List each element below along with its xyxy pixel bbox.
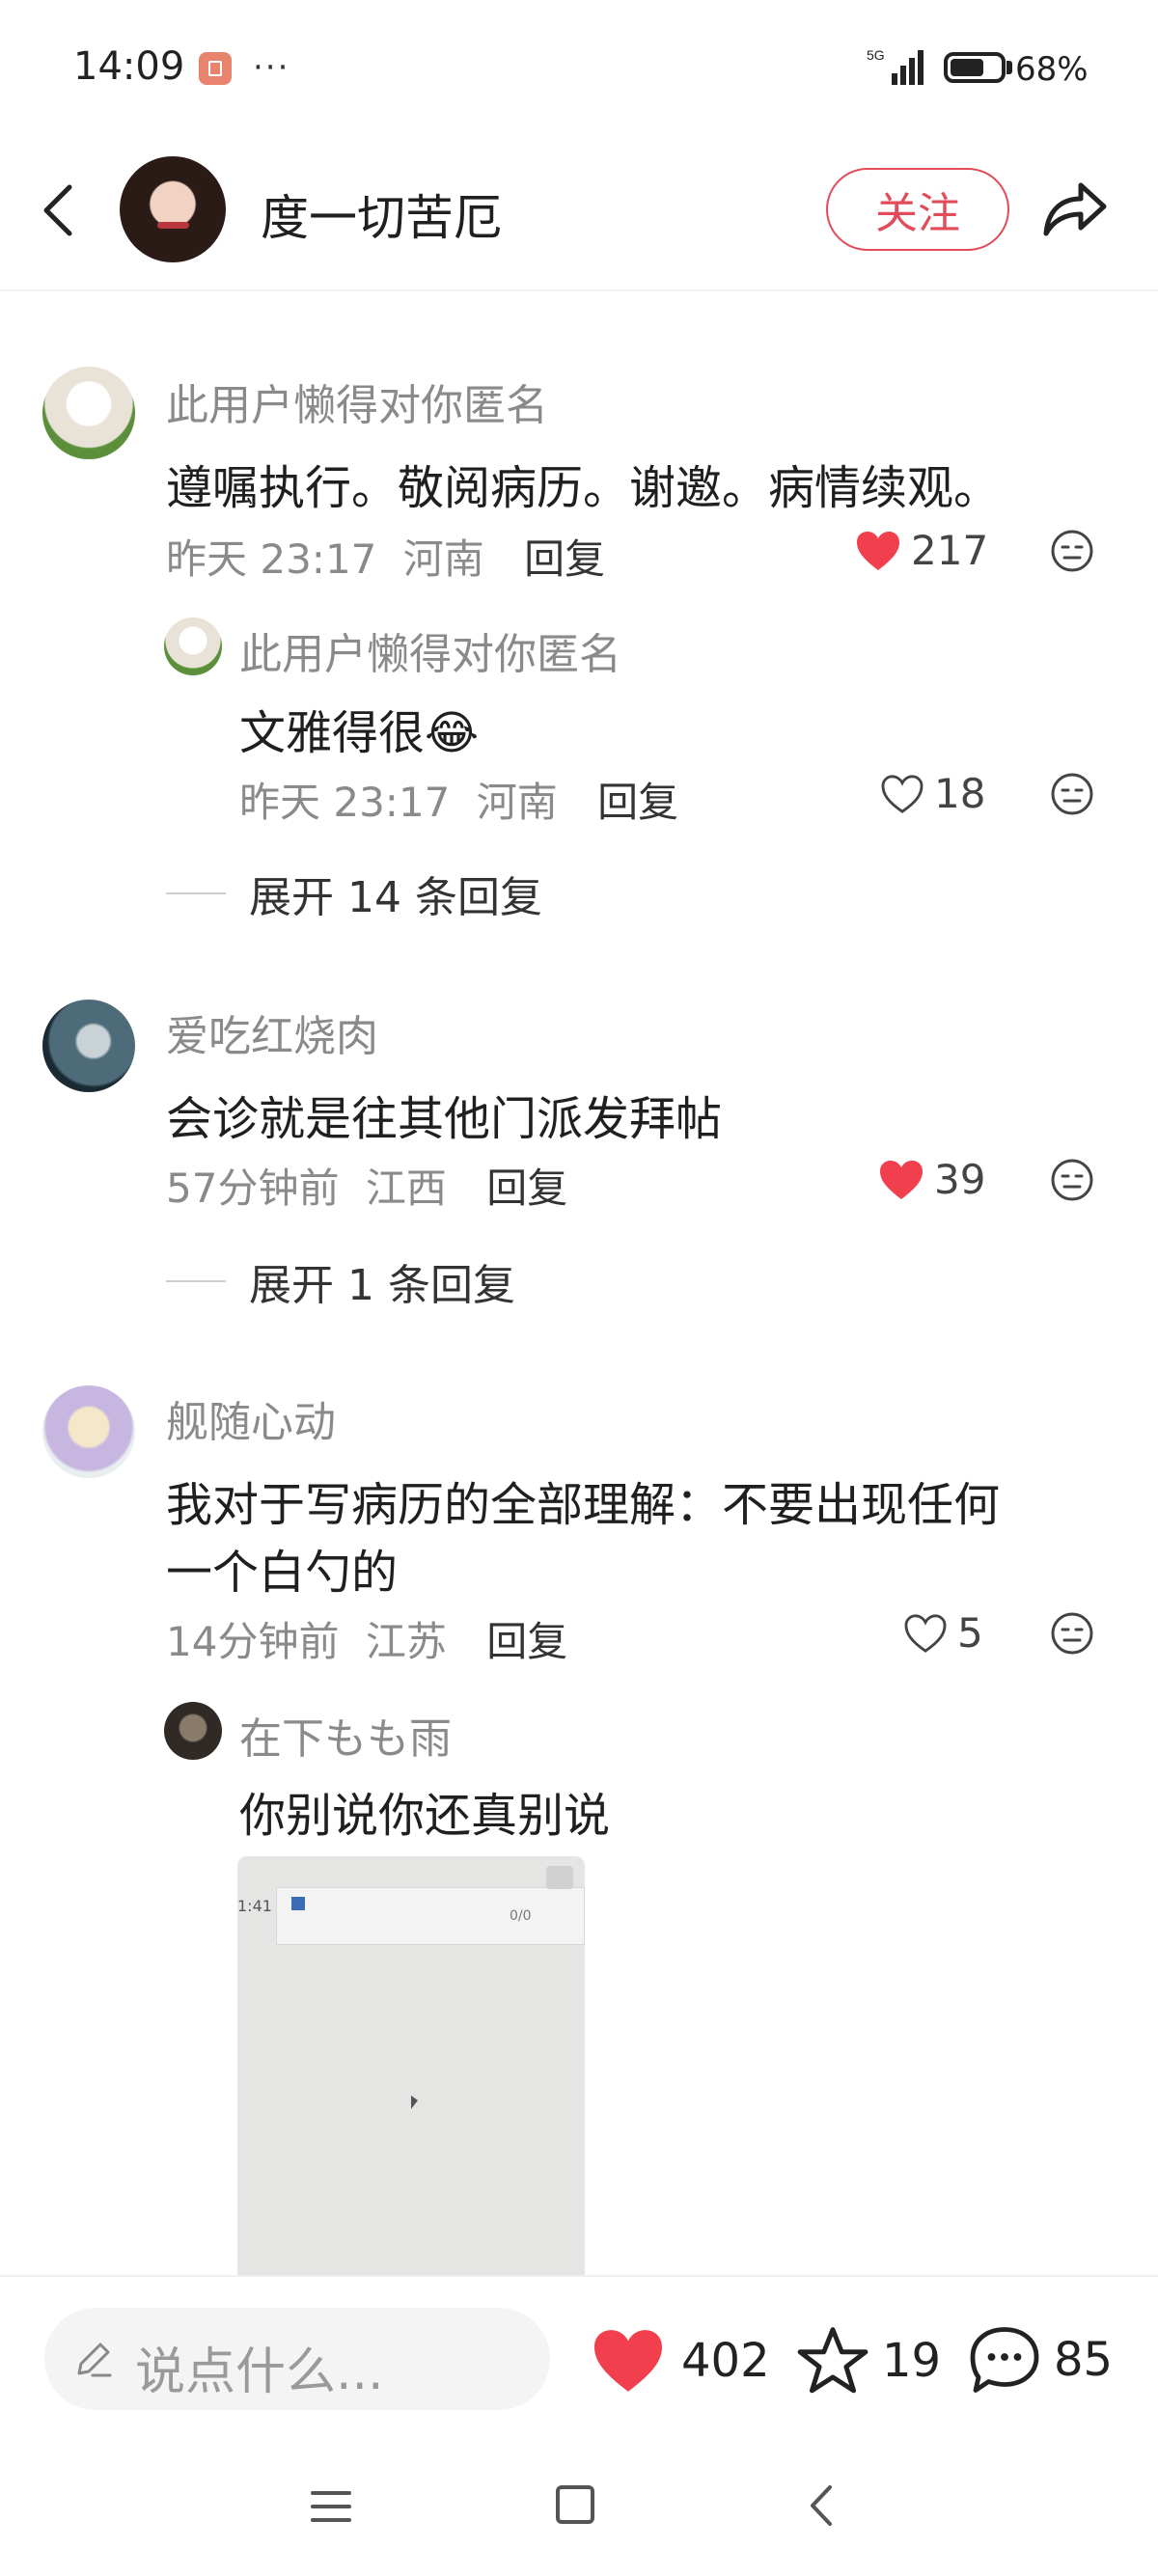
comment-time: 57分钟前 xyxy=(166,1165,340,1212)
comment-time: 14分钟前 xyxy=(166,1618,340,1665)
reply-text-content: 文雅得很 xyxy=(239,706,426,760)
reply-button[interactable]: 回复 xyxy=(524,535,605,583)
image-counter-text: 0/0 xyxy=(510,1908,532,1924)
reply-image[interactable]: 1:41 0/0 xyxy=(237,1856,585,2275)
comment-location: 江苏 xyxy=(365,1618,447,1665)
heart-outline-icon xyxy=(904,1613,947,1653)
heart-filled-icon xyxy=(857,531,899,570)
comment-location: 河南 xyxy=(402,535,484,583)
like-button[interactable]: 217 xyxy=(855,527,988,574)
like-button[interactable]: 18 xyxy=(880,770,985,817)
image-corner-icon xyxy=(546,1866,573,1889)
like-count: 18 xyxy=(934,770,986,817)
author-name[interactable]: 度一切苦厄 xyxy=(261,179,502,249)
network-type: 5G xyxy=(867,47,885,63)
reply-button[interactable]: 回复 xyxy=(597,779,678,826)
reply-meta: 昨天 23:17 河南 回复 xyxy=(239,770,678,829)
expand-replies-label: 展开 1 条回复 xyxy=(249,1261,515,1310)
post-star-button[interactable]: 19 xyxy=(795,2325,941,2397)
menu-nav-icon[interactable] xyxy=(309,2487,353,2526)
comment-bubble-icon xyxy=(970,2327,1039,2393)
expand-line xyxy=(166,1280,226,1282)
comment-text-line1[interactable]: 我对于写病历的全部理解：不要出现任何 xyxy=(166,1466,1000,1534)
reply-button[interactable]: 回复 xyxy=(486,1165,567,1212)
reply-text[interactable]: 文雅得很😂 xyxy=(239,695,479,762)
heart-outline-icon xyxy=(881,774,924,813)
emoji-reaction-icon[interactable] xyxy=(1050,1158,1094,1202)
battery-icon xyxy=(944,52,1006,83)
reply-username[interactable]: 此用户懒得对你匿名 xyxy=(239,619,621,681)
reply-time: 昨天 23:17 xyxy=(239,779,451,826)
emoji-reaction-icon[interactable] xyxy=(1050,529,1094,573)
expand-replies-label: 展开 14 条回复 xyxy=(249,873,542,922)
reply-avatar[interactable] xyxy=(164,1702,222,1760)
like-button[interactable]: 5 xyxy=(903,1609,983,1657)
comment-username[interactable]: 此用户懒得对你匿名 xyxy=(166,370,548,432)
status-time: 14:09 xyxy=(73,44,185,89)
image-time-text: 1:41 xyxy=(237,1897,272,1915)
star-icon xyxy=(797,2327,868,2394)
comment-text[interactable]: 会诊就是往其他门派发拜帖 xyxy=(166,1081,722,1148)
comment-location: 江西 xyxy=(365,1165,447,1212)
share-icon[interactable] xyxy=(1038,176,1110,241)
heart-filled-icon xyxy=(594,2330,662,2392)
signal-icon: 5G xyxy=(867,47,924,85)
heart-filled-icon xyxy=(880,1160,923,1199)
laughing-crying-emoji-icon: 😂 xyxy=(425,706,480,760)
comment-text-line2[interactable]: 一个白勺的 xyxy=(166,1534,398,1602)
emoji-reaction-icon[interactable] xyxy=(1050,1611,1094,1656)
image-window-bar xyxy=(276,1887,585,1945)
post-star-count: 19 xyxy=(882,2334,942,2388)
image-blue-icon xyxy=(291,1897,305,1910)
like-count: 39 xyxy=(934,1156,986,1203)
post-like-button[interactable]: 402 xyxy=(591,2327,770,2395)
comment-meta: 57分钟前 江西 回复 xyxy=(166,1156,567,1215)
reply-location: 河南 xyxy=(476,779,558,826)
cursor-icon xyxy=(411,2096,418,2109)
reply-button[interactable]: 回复 xyxy=(486,1618,567,1665)
comment-username[interactable]: 舰随心动 xyxy=(166,1387,336,1449)
emoji-reaction-icon[interactable] xyxy=(1050,772,1094,816)
header-divider xyxy=(0,289,1158,291)
expand-replies-button[interactable]: 展开 1 条回复 xyxy=(166,1250,515,1312)
like-count: 5 xyxy=(957,1609,983,1657)
more-notifications-icon: ··· xyxy=(253,48,290,87)
reply-username[interactable]: 在下もも雨 xyxy=(239,1704,452,1766)
battery-level xyxy=(951,59,983,76)
commenter-avatar[interactable] xyxy=(42,367,135,459)
app-notification-icon xyxy=(199,52,232,85)
reply-avatar[interactable] xyxy=(164,617,222,675)
follow-button[interactable]: 关注 xyxy=(826,168,1009,251)
like-count: 217 xyxy=(911,527,989,574)
battery-tip xyxy=(1006,61,1012,74)
comment-meta: 14分钟前 江苏 回复 xyxy=(166,1609,567,1668)
like-button[interactable]: 39 xyxy=(878,1156,985,1203)
pen-icon xyxy=(77,2343,112,2377)
author-avatar[interactable] xyxy=(120,156,226,262)
commenter-avatar[interactable] xyxy=(42,1000,135,1092)
expand-line xyxy=(166,892,226,894)
post-like-count: 402 xyxy=(681,2334,770,2388)
bottom-divider xyxy=(0,2275,1158,2277)
back-nav-icon[interactable] xyxy=(803,2483,841,2528)
commenter-avatar[interactable] xyxy=(42,1385,135,1478)
back-icon[interactable] xyxy=(35,181,83,239)
comment-text[interactable]: 遵嘱执行。敬阅病历。谢邀。病情续观。 xyxy=(166,450,1000,517)
comment-username[interactable]: 爱吃红烧肉 xyxy=(166,1001,378,1063)
post-comment-count: 85 xyxy=(1054,2333,1114,2387)
comment-meta: 昨天 23:17 河南 回复 xyxy=(166,527,605,586)
comment-input-placeholder: 说点什么... xyxy=(135,2343,384,2401)
home-nav-icon[interactable] xyxy=(556,2485,594,2524)
reply-text[interactable]: 你别说你还真别说 xyxy=(239,1777,610,1845)
post-comment-button[interactable]: 85 xyxy=(967,2323,1113,2397)
comment-time: 昨天 23:17 xyxy=(166,535,377,583)
battery-percent: 68% xyxy=(1015,50,1089,89)
expand-replies-button[interactable]: 展开 14 条回复 xyxy=(166,863,542,924)
